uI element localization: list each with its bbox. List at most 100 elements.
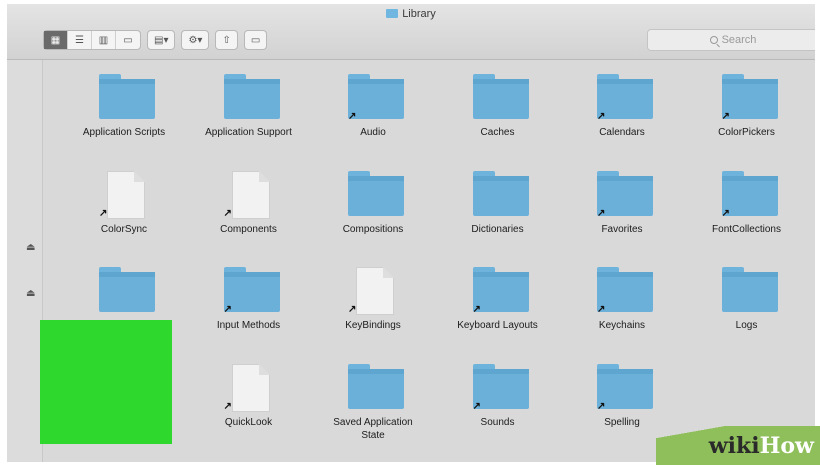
file-name: Sounds bbox=[480, 416, 515, 428]
folder-icon bbox=[348, 170, 404, 219]
file-item[interactable]: Compositions bbox=[308, 161, 438, 257]
file-label: Dictionaries bbox=[433, 223, 563, 236]
sidebar: ⏏ ⏏ bbox=[7, 60, 43, 462]
icon-view-button[interactable]: ▦ bbox=[44, 31, 68, 49]
file-name: Compositions bbox=[342, 223, 404, 235]
file-item[interactable]: Application Support bbox=[184, 64, 314, 160]
search-field[interactable]: Search bbox=[647, 29, 815, 51]
alias-arrow-icon: ↗ bbox=[348, 111, 357, 122]
share-icon: ⇧ bbox=[222, 34, 231, 46]
file-item[interactable]: ↗ ColorSync bbox=[59, 161, 189, 257]
alias-arrow-icon: ↗ bbox=[472, 400, 481, 412]
cover-flow-button[interactable]: ▭ bbox=[116, 31, 140, 49]
file-item[interactable]: ↗ Components bbox=[184, 161, 314, 257]
file-name: Spelling bbox=[604, 416, 640, 428]
alias-arrow-icon: ↗ bbox=[223, 207, 232, 219]
file-name: Calendars bbox=[599, 127, 645, 138]
file-item[interactable]: ↗ ColorPickers bbox=[682, 64, 812, 160]
folder-icon bbox=[223, 74, 280, 122]
file-name: Application Support bbox=[205, 127, 292, 138]
file-item[interactable]: Application Scripts bbox=[59, 64, 189, 160]
view-switcher: ▦ ☰ ▥ ▭ bbox=[43, 30, 141, 50]
file-label: ColorPickers bbox=[682, 126, 812, 139]
file-item[interactable]: ↗ FontCollections bbox=[682, 161, 812, 257]
file-item[interactable]: Saved Application State bbox=[308, 354, 438, 450]
alias-arrow-icon: ↗ bbox=[597, 207, 606, 219]
file-label: KeyBindings bbox=[308, 319, 438, 332]
folder-icon bbox=[99, 74, 155, 122]
file-name: Dictionaries bbox=[471, 223, 524, 235]
watermark-how: How bbox=[759, 432, 814, 459]
folder-icon: ↗ bbox=[348, 74, 404, 122]
file-label: Saved Application State bbox=[323, 416, 423, 442]
document-icon: ↗ bbox=[223, 363, 280, 412]
file-label: ColorSync bbox=[59, 223, 189, 236]
file-name: Caches bbox=[480, 127, 515, 138]
file-item[interactable]: ↗ Sounds bbox=[433, 354, 563, 450]
eject-icon[interactable]: ⏏ bbox=[26, 288, 35, 299]
tags-button[interactable]: ▭ bbox=[243, 30, 268, 50]
file-item[interactable]: Logs bbox=[682, 257, 812, 353]
folder-icon: ↗ bbox=[597, 363, 653, 412]
action-button[interactable]: ⚙▾ bbox=[181, 30, 210, 50]
file-label: Calendars bbox=[557, 126, 687, 139]
eject-icon[interactable]: ⏏ bbox=[26, 242, 35, 253]
alias-arrow-icon: ↗ bbox=[348, 304, 357, 315]
file-item[interactable]: ↗ Input Methods bbox=[184, 257, 314, 353]
file-name: FontCollections bbox=[712, 223, 781, 235]
file-name: QuickLook bbox=[224, 416, 273, 428]
file-name: Keyboard Layouts bbox=[457, 320, 538, 331]
file-label: Keychains bbox=[557, 319, 687, 332]
file-item[interactable]: ↗ Calendars bbox=[557, 64, 687, 160]
search-placeholder: Search bbox=[721, 34, 757, 46]
alias-arrow-icon: ↗ bbox=[721, 111, 730, 122]
folder-icon: ↗ bbox=[721, 74, 778, 122]
file-name: Components bbox=[220, 223, 277, 235]
titlebar: Library ▦ ☰ ▥ ▭ ▤▾ ⚙▾ ⇧ ▭ Search bbox=[7, 4, 815, 60]
file-label: Compositions bbox=[308, 223, 438, 236]
window-title-text: Library bbox=[402, 8, 436, 20]
alias-arrow-icon: ↗ bbox=[721, 207, 730, 219]
share-button[interactable]: ⇧ bbox=[215, 30, 238, 50]
file-label: Components bbox=[184, 223, 314, 236]
file-label: Sounds bbox=[433, 416, 563, 429]
alias-arrow-icon: ↗ bbox=[472, 304, 481, 315]
document-icon: ↗ bbox=[223, 170, 280, 219]
wikihow-watermark: wiki How bbox=[656, 426, 820, 465]
column-view-button[interactable]: ▥ bbox=[92, 31, 116, 49]
file-label: Logs bbox=[682, 319, 812, 332]
arrange-icon: ▤▾ bbox=[154, 34, 169, 46]
file-name: Saved Application State bbox=[333, 416, 413, 441]
highlight-box bbox=[40, 320, 172, 444]
file-name: Application Scripts bbox=[82, 127, 166, 138]
alias-arrow-icon: ↗ bbox=[99, 207, 108, 219]
alias-arrow-icon: ↗ bbox=[597, 400, 606, 412]
file-label: Audio bbox=[308, 126, 438, 139]
alias-arrow-icon: ↗ bbox=[223, 400, 232, 412]
file-name: Audio bbox=[360, 127, 386, 138]
watermark-wiki: wiki bbox=[708, 432, 760, 459]
file-name: Keychains bbox=[598, 320, 646, 331]
tag-icon: ▭ bbox=[250, 34, 261, 46]
window-title: Library bbox=[7, 8, 815, 20]
arrange-button[interactable]: ▤▾ bbox=[147, 30, 176, 50]
file-item[interactable]: ↗ KeyBindings bbox=[308, 257, 438, 353]
folder-icon: ↗ bbox=[721, 170, 778, 219]
file-name: Favorites bbox=[601, 223, 643, 235]
file-item[interactable]: ↗ Audio bbox=[308, 64, 438, 160]
gear-icon: ⚙▾ bbox=[188, 34, 203, 46]
alias-arrow-icon: ↗ bbox=[223, 304, 232, 315]
document-icon: ↗ bbox=[99, 170, 155, 219]
file-name: KeyBindings bbox=[345, 320, 401, 331]
file-item[interactable]: ↗ Keychains bbox=[557, 257, 687, 353]
file-label: Application Support bbox=[184, 126, 314, 139]
file-item[interactable]: ↗ Keyboard Layouts bbox=[433, 257, 563, 353]
list-view-button[interactable]: ☰ bbox=[68, 31, 92, 49]
file-item[interactable]: ↗ Favorites bbox=[557, 161, 687, 257]
file-item[interactable]: ↗ QuickLook bbox=[184, 354, 314, 450]
file-name: ColorPickers bbox=[718, 127, 775, 138]
folder-icon: ↗ bbox=[597, 267, 653, 315]
file-name: ColorSync bbox=[100, 223, 148, 235]
file-item[interactable]: Dictionaries bbox=[433, 161, 563, 257]
file-item[interactable]: Caches bbox=[433, 64, 563, 160]
